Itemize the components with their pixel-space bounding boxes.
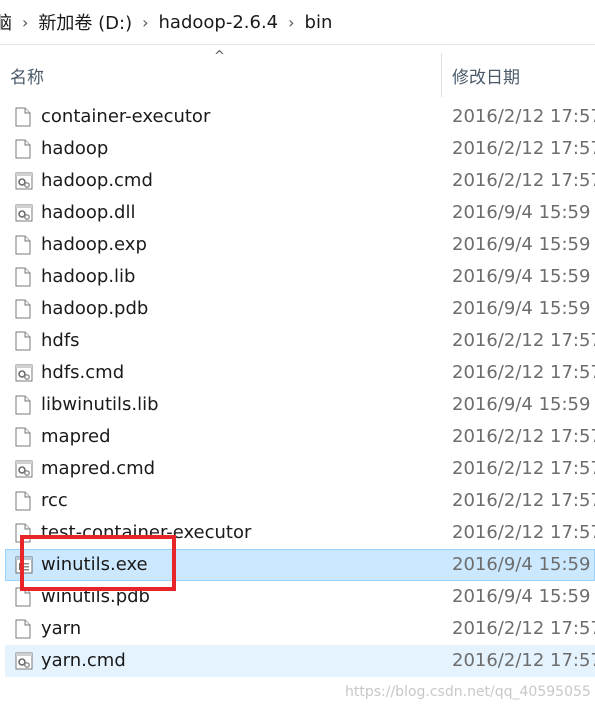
file-date: 2016/9/4 15:59 bbox=[452, 202, 591, 223]
file-row[interactable]: mapred.cmd 2016/2/12 17:57 bbox=[5, 453, 595, 485]
column-header-row: 名称 ^ 修改日期 bbox=[0, 45, 595, 99]
watermark: https://blog.csdn.net/qq_40595055 bbox=[345, 684, 591, 700]
blank-file-icon bbox=[15, 395, 31, 415]
file-row[interactable]: hdfs.cmd 2016/2/12 17:57 bbox=[5, 357, 595, 389]
file-list: container-executor 2016/2/12 17:57 hadoo… bbox=[0, 101, 595, 677]
blank-file-icon bbox=[15, 107, 31, 127]
file-row[interactable]: libwinutils.lib 2016/9/4 15:59 bbox=[5, 389, 595, 421]
blank-file-icon bbox=[15, 331, 31, 351]
file-row[interactable]: winutils.pdb 2016/9/4 15:59 bbox=[5, 581, 595, 613]
breadcrumb-separator-icon[interactable]: › bbox=[22, 13, 28, 32]
blank-file-icon bbox=[15, 491, 31, 511]
file-date: 2016/2/12 17:57 bbox=[452, 458, 595, 479]
file-date: 2016/2/12 17:57 bbox=[452, 522, 595, 543]
file-name: winutils.pdb bbox=[41, 586, 150, 607]
breadcrumb-item-hadoop[interactable]: hadoop-2.6.4 bbox=[159, 12, 279, 33]
file-row[interactable]: mapred 2016/2/12 17:57 bbox=[5, 421, 595, 453]
file-name: hadoop.pdb bbox=[41, 298, 149, 319]
file-name: winutils.exe bbox=[41, 554, 148, 575]
file-date: 2016/9/4 15:59 bbox=[452, 298, 591, 319]
file-row[interactable]: hdfs 2016/2/12 17:57 bbox=[5, 325, 595, 357]
file-date: 2016/9/4 15:59 bbox=[452, 554, 591, 575]
file-date: 2016/9/4 15:59 bbox=[452, 234, 591, 255]
blank-file-icon bbox=[15, 619, 31, 639]
file-name: hadoop.cmd bbox=[41, 170, 153, 191]
file-row[interactable]: hadoop.pdb 2016/9/4 15:59 bbox=[5, 293, 595, 325]
blank-file-icon bbox=[15, 235, 31, 255]
breadcrumb-separator-icon[interactable]: › bbox=[288, 13, 294, 32]
file-row[interactable]: winutils.exe 2016/9/4 15:59 bbox=[5, 549, 595, 581]
gear-script-icon bbox=[15, 363, 33, 383]
file-date: 2016/2/12 17:57 bbox=[452, 490, 595, 511]
file-name: hadoop bbox=[41, 138, 109, 159]
file-name: container-executor bbox=[41, 106, 211, 127]
file-row[interactable]: rcc 2016/2/12 17:57 bbox=[5, 485, 595, 517]
exe-file-icon bbox=[15, 555, 33, 575]
file-name: hadoop.exp bbox=[41, 234, 147, 255]
breadcrumb-item-drive[interactable]: 新加卷 (D:) bbox=[38, 9, 132, 35]
file-row[interactable]: yarn.cmd 2016/2/12 17:57 bbox=[5, 645, 595, 677]
file-date: 2016/9/4 15:59 bbox=[452, 586, 591, 607]
file-date: 2016/2/12 17:57 bbox=[452, 106, 595, 127]
file-row[interactable]: yarn 2016/2/12 17:57 bbox=[5, 613, 595, 645]
file-row[interactable]: hadoop.exp 2016/9/4 15:59 bbox=[5, 229, 595, 261]
gear-script-icon bbox=[15, 459, 33, 479]
file-date: 2016/2/12 17:57 bbox=[452, 426, 595, 447]
file-row[interactable]: test-container-executor 2016/2/12 17:57 bbox=[5, 517, 595, 549]
blank-file-icon bbox=[15, 587, 31, 607]
file-date: 2016/2/12 17:57 bbox=[452, 618, 595, 639]
file-name: hdfs.cmd bbox=[41, 362, 125, 383]
file-row[interactable]: hadoop 2016/2/12 17:57 bbox=[5, 133, 595, 165]
breadcrumb-separator-icon[interactable]: › bbox=[142, 13, 148, 32]
file-date: 2016/9/4 15:59 bbox=[452, 266, 591, 287]
file-name: libwinutils.lib bbox=[41, 394, 159, 415]
file-row[interactable]: hadoop.lib 2016/9/4 15:59 bbox=[5, 261, 595, 293]
file-row[interactable]: hadoop.cmd 2016/2/12 17:57 bbox=[5, 165, 595, 197]
blank-file-icon bbox=[15, 299, 31, 319]
blank-file-icon bbox=[15, 267, 31, 287]
file-name: hadoop.dll bbox=[41, 202, 136, 223]
file-date: 2016/2/12 17:57 bbox=[452, 138, 595, 159]
column-header-date[interactable]: 修改日期 bbox=[452, 63, 520, 88]
file-date: 2016/2/12 17:57 bbox=[452, 170, 595, 191]
breadcrumb: 脑 › 新加卷 (D:) › hadoop-2.6.4 › bin bbox=[0, 0, 595, 45]
file-name: hadoop.lib bbox=[41, 266, 136, 287]
blank-file-icon bbox=[15, 523, 31, 543]
blank-file-icon bbox=[15, 139, 31, 159]
file-name: mapred.cmd bbox=[41, 458, 156, 479]
gear-script-icon bbox=[15, 651, 33, 671]
file-row[interactable]: hadoop.dll 2016/9/4 15:59 bbox=[5, 197, 595, 229]
column-divider[interactable] bbox=[441, 53, 442, 97]
file-name: yarn.cmd bbox=[41, 650, 126, 671]
gear-script-icon bbox=[15, 203, 33, 223]
gear-script-icon bbox=[15, 171, 33, 191]
file-date: 2016/2/12 17:57 bbox=[452, 650, 595, 671]
blank-file-icon bbox=[15, 427, 31, 447]
file-name: hdfs bbox=[41, 330, 80, 351]
breadcrumb-item-pc[interactable]: 脑 bbox=[0, 9, 12, 35]
column-header-name[interactable]: 名称 bbox=[10, 63, 44, 88]
file-name: yarn bbox=[41, 618, 82, 639]
sort-ascending-icon: ^ bbox=[214, 49, 225, 64]
file-name: mapred bbox=[41, 426, 111, 447]
file-date: 2016/9/4 15:59 bbox=[452, 394, 591, 415]
file-name: rcc bbox=[41, 490, 68, 511]
breadcrumb-item-bin[interactable]: bin bbox=[305, 12, 333, 33]
file-date: 2016/2/12 17:57 bbox=[452, 330, 595, 351]
file-name: test-container-executor bbox=[41, 522, 252, 543]
file-date: 2016/2/12 17:57 bbox=[452, 362, 595, 383]
file-row[interactable]: container-executor 2016/2/12 17:57 bbox=[5, 101, 595, 133]
